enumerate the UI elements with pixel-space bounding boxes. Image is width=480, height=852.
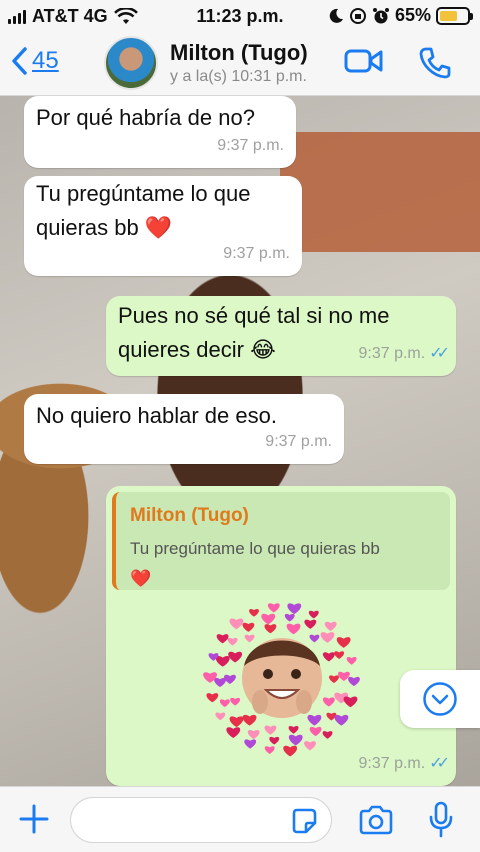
sticker-heart: [206, 693, 219, 703]
sticker-heart: [244, 739, 257, 749]
sticker-heart: [348, 676, 360, 687]
sticker-heart: [215, 712, 226, 721]
plus-icon[interactable]: [18, 803, 50, 835]
sticker-heart: [308, 610, 319, 619]
sticker-heart: [286, 623, 301, 635]
message-time: 9:37 p.m.: [358, 345, 426, 362]
message-bubble-incoming[interactable]: No quiero hablar de eso. 9:37 p.m.: [24, 394, 344, 464]
sticker-heart: [283, 745, 298, 757]
scroll-to-bottom-button[interactable]: [400, 670, 480, 728]
sticker-heart: [267, 603, 280, 613]
sticker-heart: [334, 651, 345, 659]
back-chevron-icon: [12, 47, 27, 75]
battery-icon: [436, 6, 473, 25]
camera-icon[interactable]: [358, 805, 394, 835]
laughing-emoji: 😂: [250, 337, 276, 362]
back-button[interactable]: 45: [10, 46, 59, 76]
sticker-heart: [324, 621, 337, 631]
sticker-heart: [334, 714, 349, 726]
contact-name[interactable]: Milton (Tugo): [170, 40, 308, 66]
sticker-heart: [215, 655, 230, 667]
message-time: 9:37 p.m.: [265, 433, 332, 450]
message-time: 9:37 p.m.: [223, 245, 290, 262]
sticker-heart: [244, 634, 255, 643]
sticker-heart: [264, 624, 277, 634]
sticker-heart: [322, 652, 335, 662]
phone-icon[interactable]: [418, 46, 452, 80]
sticker-heart: [336, 637, 351, 648]
message-time: 9:37 p.m.: [217, 137, 284, 154]
sticker-heart: [322, 697, 335, 707]
sticker-heart: [229, 716, 244, 728]
message-time: 9:37 p.m.: [358, 755, 426, 772]
sticker-heart: [288, 726, 299, 734]
sticker-heart: [249, 609, 259, 617]
sticker-heart: [284, 613, 295, 622]
sticker-heart: [287, 603, 302, 615]
sticker-heart: [322, 731, 333, 739]
message-text-line1: Pues no sé qué tal si no me: [118, 303, 390, 328]
video-call-icon[interactable]: [344, 46, 384, 76]
alarm-icon: [372, 7, 389, 23]
sticker-heart: [226, 727, 241, 739]
sticker-heart: [288, 734, 303, 746]
sticker-heart: [227, 637, 238, 646]
sticker-heart: [264, 746, 275, 754]
sticker-heart: [337, 671, 350, 681]
message-bubble-incoming[interactable]: Tu pregúntame lo que quieras bb ❤️ 9:37 …: [24, 176, 302, 276]
sticker-heart: [230, 697, 241, 706]
sticker-heart: [247, 729, 260, 740]
status-right: 65%: [328, 5, 473, 26]
battery-fill: [440, 10, 457, 21]
battery-percent: 65%: [394, 5, 431, 25]
quote-text: Tu pregúntame lo que quieras bb: [130, 539, 380, 558]
last-seen: y a la(s) 10:31 p.m.: [170, 68, 307, 85]
input-bar: [0, 786, 480, 852]
sticker-heart: [309, 726, 322, 737]
sticker-heart: [228, 651, 243, 663]
sticker-heart: [242, 622, 255, 632]
message-text-line2: quieras bb: [36, 215, 139, 240]
sticker-icon[interactable]: [290, 807, 318, 835]
sticker-heart: [219, 699, 230, 708]
sticker-heart: [329, 675, 339, 683]
sticker-heart: [214, 677, 227, 688]
sticker-heart: [229, 618, 244, 630]
sticker-heart: [264, 725, 277, 735]
heart-emoji: ❤️: [144, 215, 173, 240]
message-bubble-outgoing[interactable]: Pues no sé qué tal si no me quieres deci…: [106, 296, 456, 376]
sticker-heart: [320, 632, 335, 643]
read-ticks-icon: ✓✓: [429, 345, 450, 362]
sticker-heart: [261, 613, 276, 625]
quote-author: Milton (Tugo): [130, 505, 249, 526]
message-bubble-incoming[interactable]: Por qué habría de no? 9:37 p.m.: [24, 96, 296, 168]
wallpaper-wall: [280, 132, 480, 252]
sticker-image[interactable]: [202, 598, 362, 758]
sticker-heart: [216, 634, 229, 644]
message-bubble-sticker-reply[interactable]: Milton (Tugo) Tu pregúntame lo que quier…: [106, 486, 456, 786]
scroll-down-icon: [423, 682, 457, 716]
sticker-heart: [307, 714, 322, 726]
quoted-message[interactable]: Milton (Tugo) Tu pregúntame lo que quier…: [112, 492, 450, 590]
read-ticks-icon: ✓✓: [429, 755, 450, 772]
unread-count: 45: [32, 47, 59, 74]
message-text: No quiero hablar de eso.: [36, 403, 277, 428]
sticker-heart: [269, 736, 280, 745]
status-bar: AT&T 4G 11:23 p.m. 65%: [0, 0, 480, 34]
microphone-icon[interactable]: [428, 801, 454, 839]
quote-heart-emoji: ❤️: [130, 569, 152, 588]
sticker-heart: [346, 657, 357, 665]
chat-header: 45 Milton (Tugo) y a la(s) 10:31 p.m.: [0, 34, 480, 96]
sticker-heart: [309, 634, 320, 643]
moon-icon: [329, 8, 343, 23]
sticker-heart: [343, 696, 358, 708]
orientation-lock-icon: [349, 7, 366, 24]
sticker-heart: [304, 741, 316, 751]
avatar[interactable]: [104, 36, 158, 90]
sticker-heart: [242, 714, 257, 726]
sticker-heart: [304, 619, 317, 629]
message-text-line1: Tu pregúntame lo que: [36, 181, 251, 206]
chat-area[interactable]: Por qué habría de no? 9:37 p.m. Tu pregú…: [0, 96, 480, 786]
message-text-line2: quieres decir: [118, 337, 244, 362]
